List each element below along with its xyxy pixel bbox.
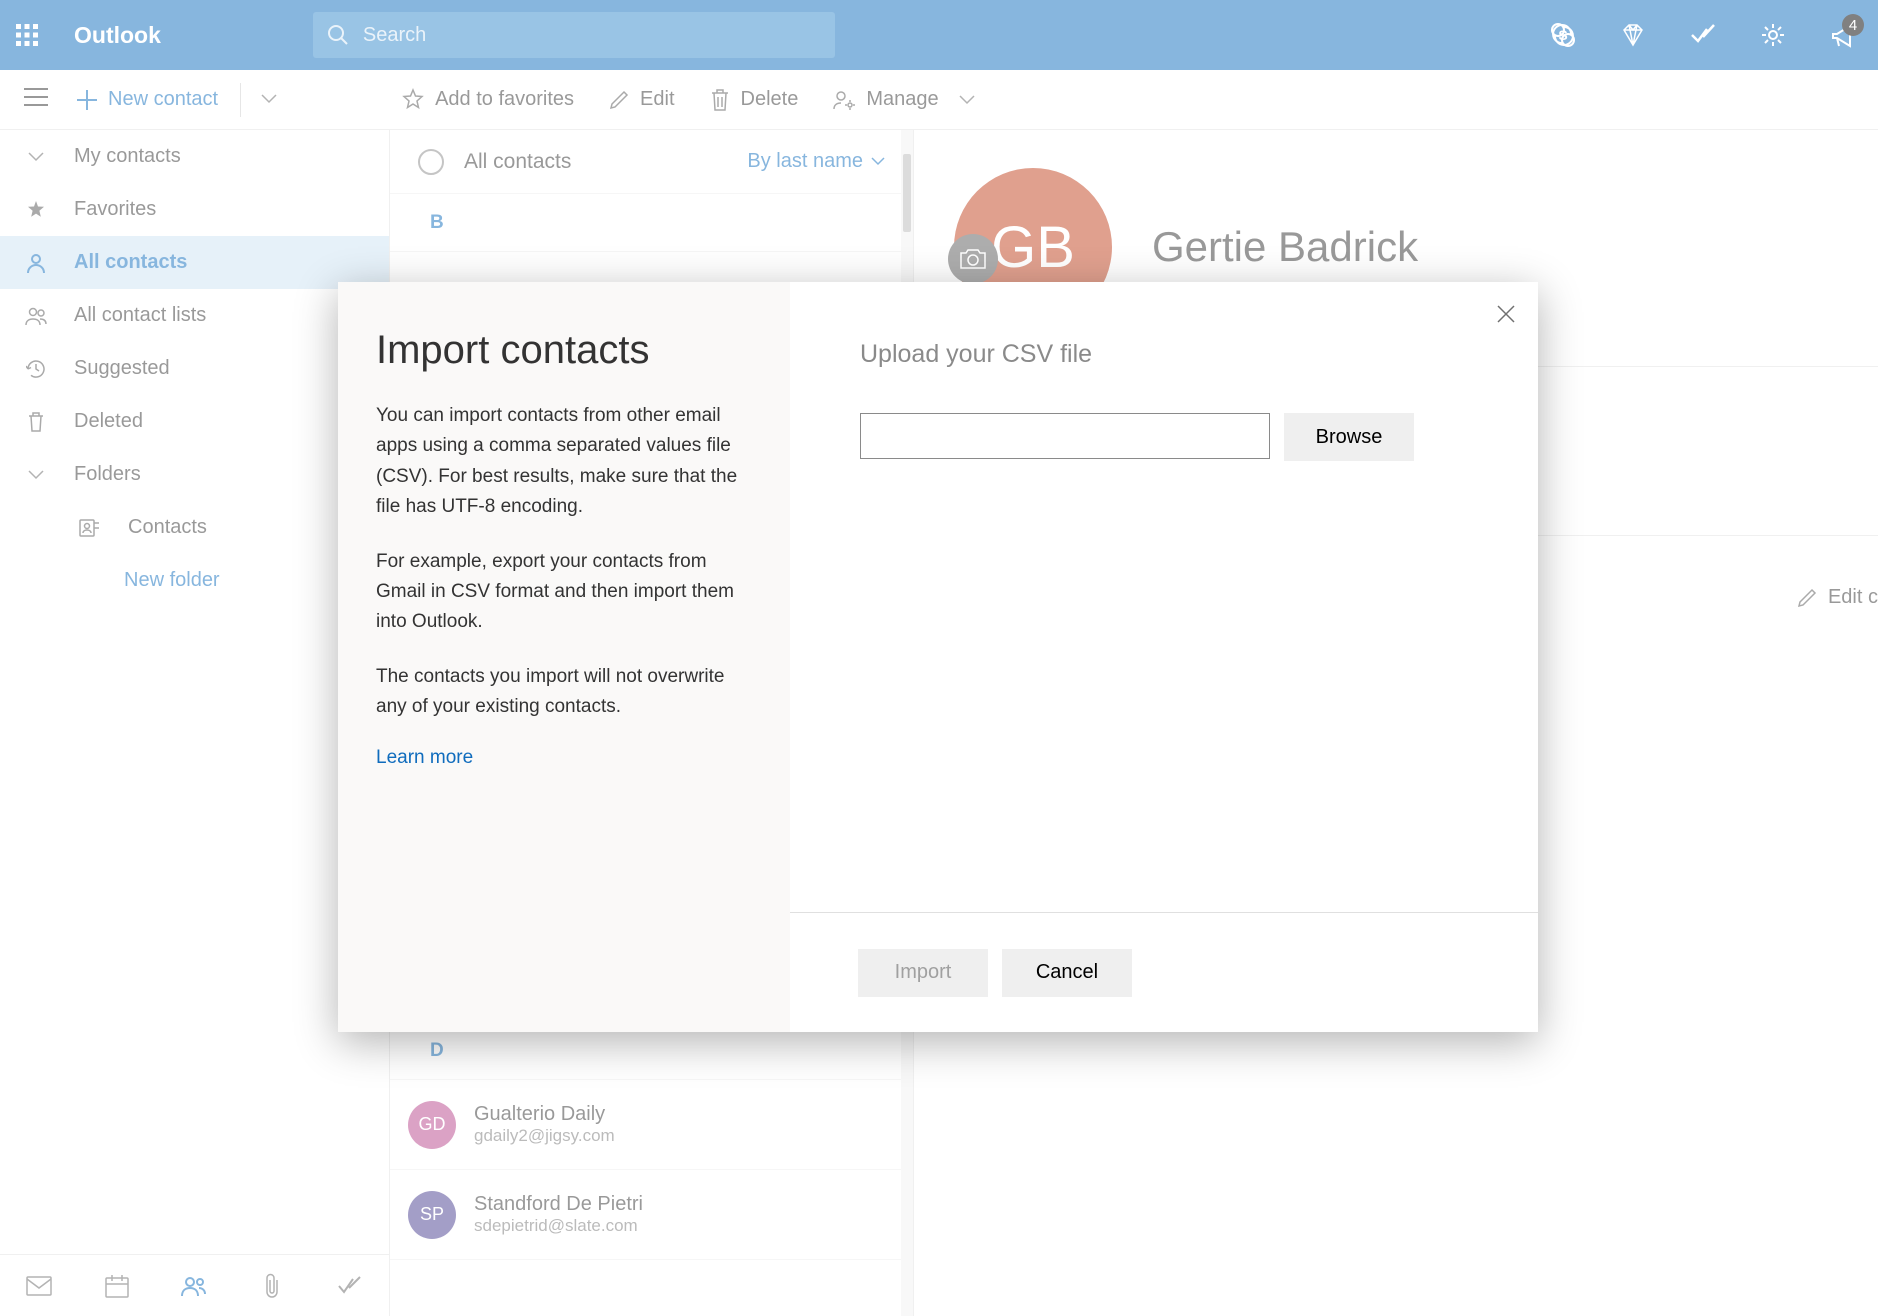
dialog-text: You can import contacts from other email…	[376, 401, 752, 523]
import-contacts-dialog: Import contacts You can import contacts …	[338, 282, 1538, 1032]
upload-heading: Upload your CSV file	[860, 340, 1468, 369]
dialog-text: For example, export your contacts from G…	[376, 547, 752, 638]
import-button[interactable]: Import	[858, 949, 988, 997]
cancel-button[interactable]: Cancel	[1002, 949, 1132, 997]
dialog-title: Import contacts	[376, 328, 752, 373]
file-path-input[interactable]	[860, 413, 1270, 459]
browse-button[interactable]: Browse	[1284, 413, 1414, 461]
close-icon	[1496, 304, 1516, 324]
learn-more-link[interactable]: Learn more	[376, 747, 473, 768]
close-button[interactable]	[1496, 304, 1516, 330]
dialog-text: The contacts you import will not overwri…	[376, 662, 752, 723]
